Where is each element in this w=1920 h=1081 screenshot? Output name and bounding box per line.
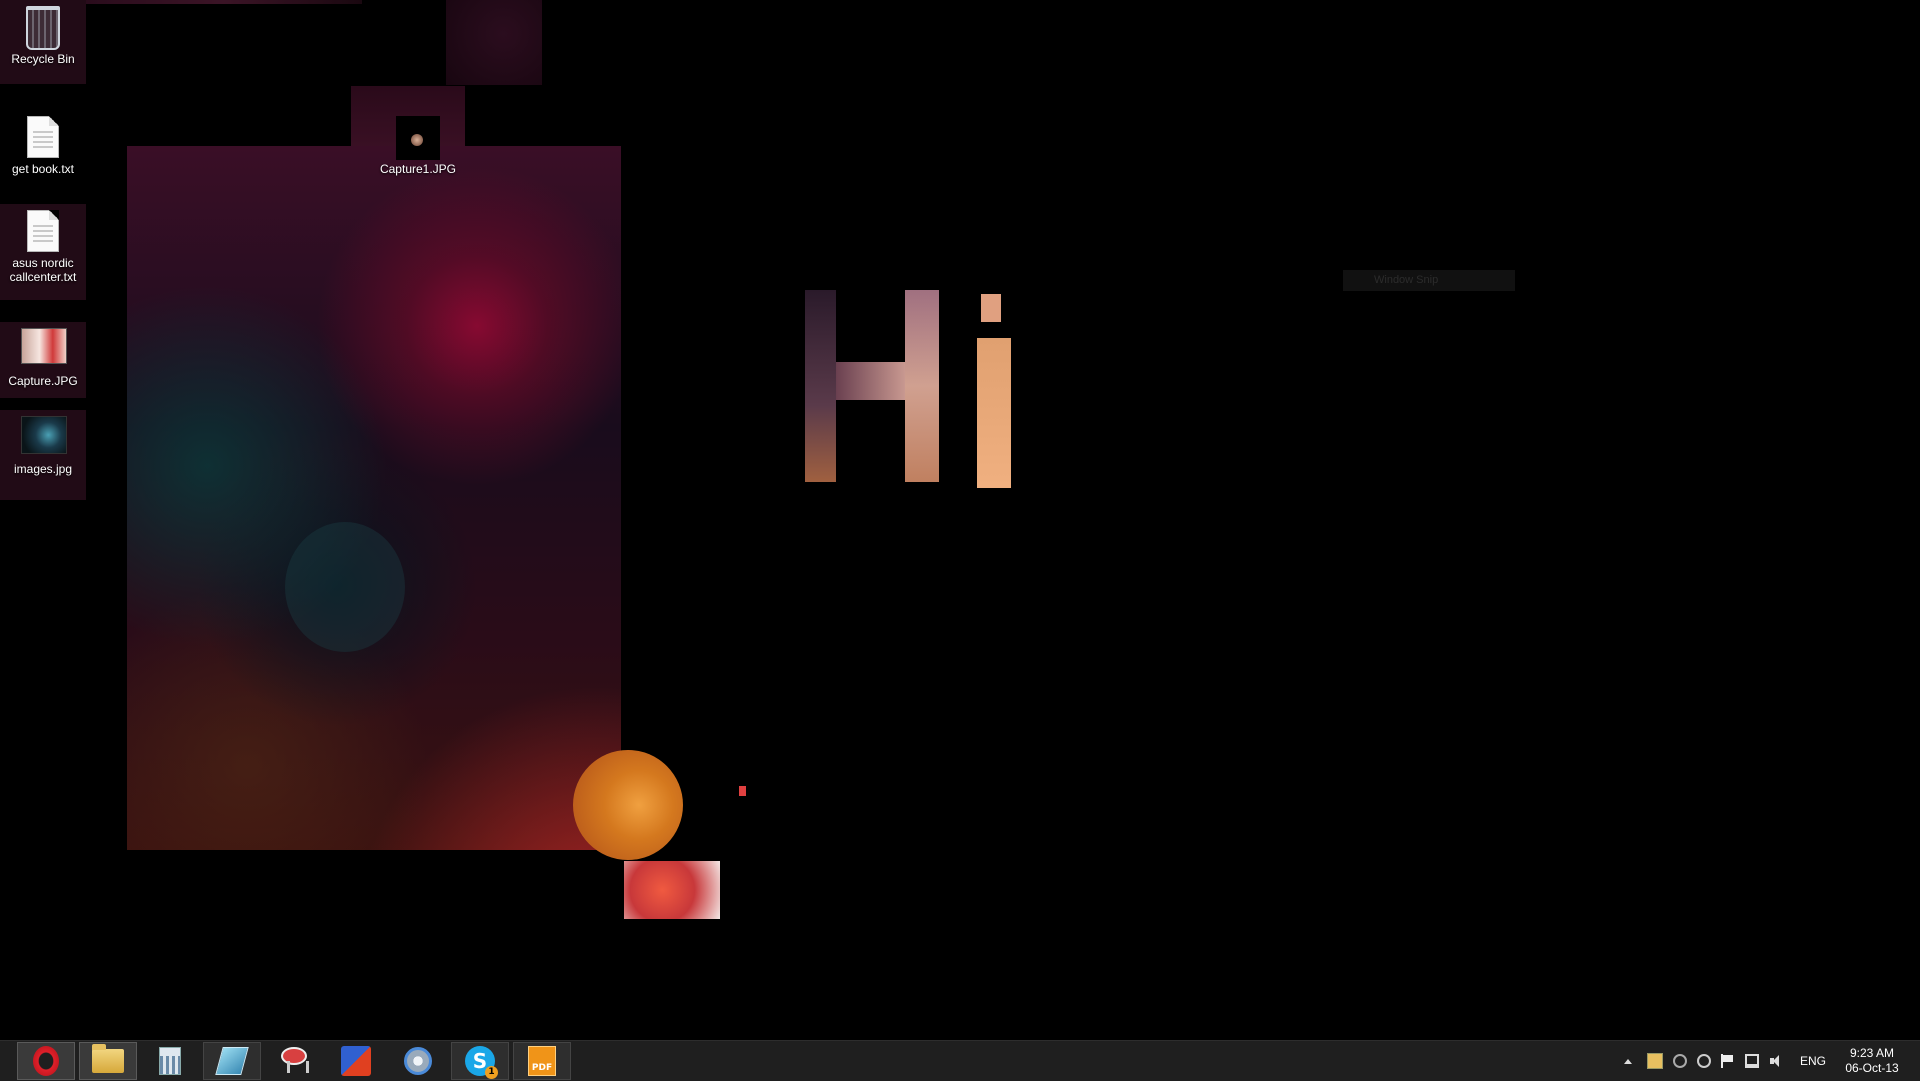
taskbar[interactable]: S 1 PDF ENG 9:23 AM 06-Oct-13 xyxy=(0,1040,1920,1081)
taskbar-notepad-button[interactable] xyxy=(203,1042,261,1080)
show-hidden-icons-chevron-icon[interactable] xyxy=(1624,1058,1632,1064)
taskbar-ftp-button[interactable] xyxy=(389,1042,447,1080)
desktop-icon-label: Capture1.JPG xyxy=(379,162,457,176)
image-thumbnail-icon xyxy=(396,116,440,160)
calculator-icon xyxy=(159,1047,181,1075)
taskbar-snipping-tool-button[interactable] xyxy=(265,1042,323,1080)
scissors-icon xyxy=(279,1047,309,1075)
window-snip-label: Window Snip xyxy=(1343,270,1515,291)
desktop-icon-recycle-bin[interactable]: Recycle Bin xyxy=(0,0,86,84)
pdf-icon: PDF xyxy=(528,1046,556,1076)
desktop-icon-label: get book.txt xyxy=(11,162,75,176)
image-thumbnail-icon xyxy=(21,416,67,454)
wallpaper-fragment xyxy=(446,0,542,85)
skype-icon: S 1 xyxy=(465,1046,498,1079)
desktop-icon-asus-nordic[interactable]: asus nordic callcenter.txt xyxy=(0,204,86,300)
taskbar-opera-button[interactable] xyxy=(17,1042,75,1080)
taskbar-explorer-button[interactable] xyxy=(79,1042,137,1080)
taskbar-movie-maker-button[interactable] xyxy=(327,1042,385,1080)
desktop-icon-images[interactable]: images.jpg xyxy=(0,410,86,500)
steam-tray-icon[interactable] xyxy=(1697,1054,1711,1068)
wallpaper-fragment xyxy=(739,786,746,796)
opera-icon xyxy=(33,1046,59,1076)
notepad-icon xyxy=(215,1047,249,1075)
desktop-icon-label: images.jpg xyxy=(13,462,73,476)
letter-h-left-stroke xyxy=(805,290,836,482)
hi-cutout-text xyxy=(805,290,1025,490)
pdf-glyph: PDF xyxy=(531,1063,553,1073)
action-center-flag-icon[interactable] xyxy=(1721,1054,1735,1068)
desktop-icon-label: Capture.JPG xyxy=(8,374,78,388)
text-file-icon xyxy=(27,116,59,158)
package-tray-icon[interactable] xyxy=(1647,1053,1663,1069)
system-tray: ENG 9:23 AM 06-Oct-13 xyxy=(1618,1041,1904,1081)
grammar-tray-icon[interactable] xyxy=(1673,1054,1687,1068)
recycle-bin-icon xyxy=(26,6,60,50)
letter-h-crossbar xyxy=(836,362,905,400)
wallpaper-fragment xyxy=(86,0,362,4)
desktop-icon-capture[interactable]: Capture.JPG xyxy=(0,322,86,398)
folder-icon xyxy=(92,1044,124,1073)
taskbar-calculator-button[interactable] xyxy=(141,1042,199,1080)
text-file-icon xyxy=(27,210,59,252)
bokeh-circle xyxy=(285,522,405,652)
notification-badge: 1 xyxy=(485,1066,498,1079)
desktop-icon-get-book[interactable]: get book.txt xyxy=(0,110,86,190)
desktop-icon-label: asus nordic callcenter.txt xyxy=(9,256,77,284)
desktop[interactable]: Window Snip Recycle Bin get book.txt asu… xyxy=(0,0,1920,1040)
desktop-icon-label: Recycle Bin xyxy=(11,52,75,66)
wallpaper-main-fragment xyxy=(127,146,683,860)
wallpaper-fragment xyxy=(624,861,720,919)
network-icon[interactable] xyxy=(1745,1054,1759,1068)
bokeh-circle xyxy=(573,750,683,860)
movie-maker-icon xyxy=(341,1046,371,1076)
clock[interactable]: 9:23 AM 06-Oct-13 xyxy=(1840,1046,1904,1076)
clock-date: 06-Oct-13 xyxy=(1845,1061,1899,1075)
image-thumbnail-icon xyxy=(21,328,67,364)
taskbar-pdf-button[interactable]: PDF xyxy=(513,1042,571,1080)
ftp-icon xyxy=(404,1047,432,1075)
letter-i-dot xyxy=(981,294,1001,322)
letter-h-right-stroke xyxy=(905,290,939,482)
volume-icon[interactable] xyxy=(1769,1054,1783,1068)
letter-i-stem xyxy=(977,338,1011,488)
desktop-icon-capture1[interactable]: Capture1.JPG xyxy=(375,112,461,176)
taskbar-skype-button[interactable]: S 1 xyxy=(451,1042,509,1080)
clock-time: 9:23 AM xyxy=(1850,1046,1895,1060)
input-language-indicator[interactable]: ENG xyxy=(1800,1054,1826,1068)
